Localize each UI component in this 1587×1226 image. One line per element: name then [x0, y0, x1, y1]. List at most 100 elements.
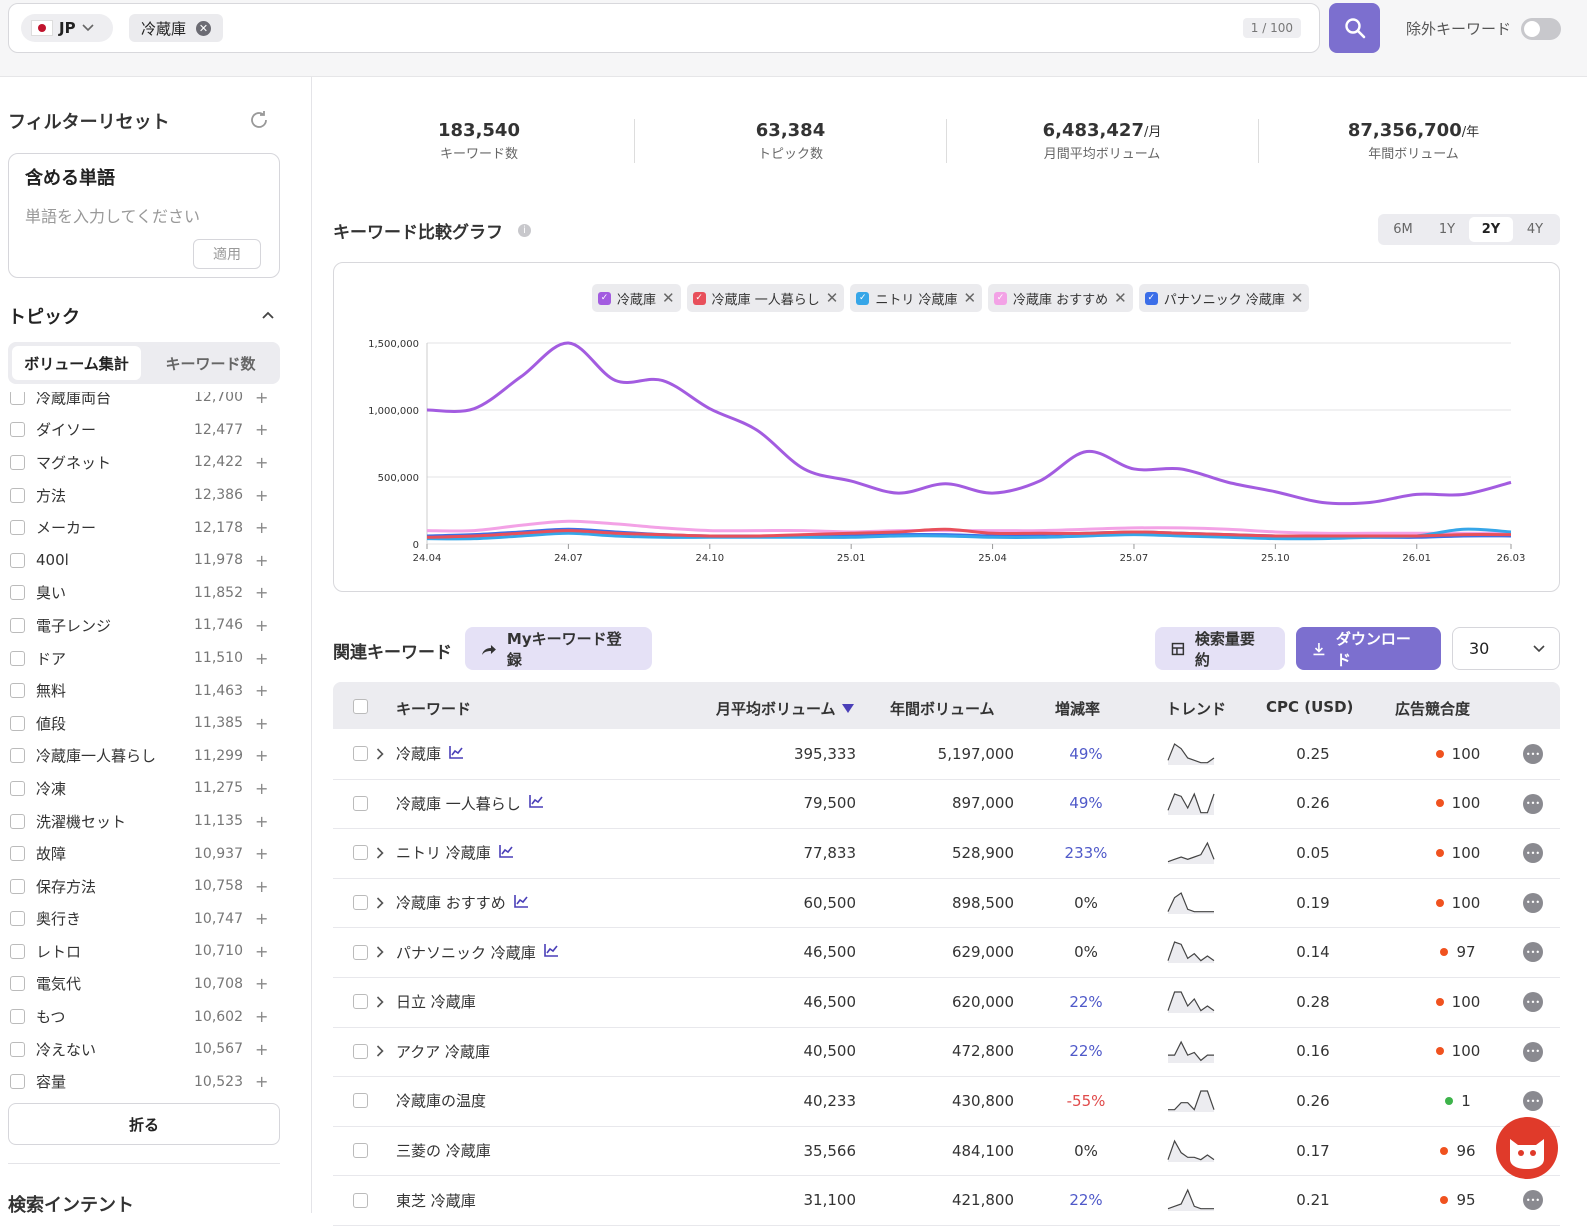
topic-checkbox[interactable]	[10, 585, 25, 601]
header-growth[interactable]: 増減率	[1055, 698, 1100, 719]
topic-checkbox[interactable]	[10, 813, 25, 829]
add-topic-icon[interactable]: +	[255, 649, 268, 668]
table-row[interactable]: 冷蔵庫 395,333 5,197,000 49% 0.25 100 •••	[333, 729, 1560, 780]
row-checkbox[interactable]	[353, 1192, 368, 1208]
more-options-icon[interactable]: •••	[1523, 744, 1543, 764]
add-topic-icon[interactable]: +	[255, 392, 268, 407]
table-row[interactable]: 日立 冷蔵庫 46,500 620,000 22% 0.28 100 •••	[333, 977, 1560, 1028]
more-options-icon[interactable]: •••	[1523, 1091, 1543, 1112]
add-topic-icon[interactable]: +	[255, 909, 268, 928]
remove-series-icon[interactable]: ✕	[1291, 289, 1304, 307]
row-checkbox[interactable]	[353, 1143, 368, 1159]
topic-item[interactable]: ドア 11,510 +	[0, 642, 310, 675]
download-button[interactable]: ダウンロード	[1296, 627, 1441, 670]
chat-mascot-button[interactable]	[1496, 1117, 1558, 1179]
remove-series-icon[interactable]: ✕	[662, 289, 675, 307]
series-line[interactable]	[426, 341, 1512, 506]
header-competition[interactable]: 広告競合度	[1395, 698, 1470, 719]
row-checkbox[interactable]	[353, 795, 368, 811]
add-topic-icon[interactable]: +	[255, 583, 268, 602]
add-topic-icon[interactable]: +	[255, 616, 268, 635]
select-all-checkbox[interactable]	[353, 699, 368, 714]
add-topic-icon[interactable]: +	[255, 714, 268, 733]
topic-checkbox[interactable]	[10, 1009, 25, 1025]
add-topic-icon[interactable]: +	[255, 974, 268, 993]
exclude-keyword-toggle[interactable]	[1521, 18, 1561, 40]
expand-row-icon[interactable]	[376, 729, 384, 779]
topic-item[interactable]: 故障 10,937 +	[0, 837, 310, 870]
table-row[interactable]: 冷蔵庫の温度 40,233 430,800 -55% 0.26 1 •••	[333, 1076, 1560, 1127]
table-row[interactable]: 三菱の 冷蔵庫35,566484,1000%0.1796•••	[333, 1126, 1560, 1177]
keyword-cell[interactable]: 冷蔵庫	[396, 729, 464, 779]
tab-volume[interactable]: ボリューム集計	[12, 346, 141, 380]
topic-checkbox[interactable]	[10, 454, 25, 470]
add-topic-icon[interactable]: +	[255, 681, 268, 700]
add-topic-icon[interactable]: +	[255, 746, 268, 765]
table-row[interactable]: 東芝 冷蔵庫 31,100 421,800 22% 0.21 95 •••	[333, 1175, 1560, 1226]
topic-item[interactable]: 方法 12,386 +	[0, 479, 310, 512]
row-checkbox[interactable]	[353, 746, 368, 762]
more-options-icon[interactable]: •••	[1523, 892, 1543, 913]
topic-checkbox[interactable]	[10, 650, 25, 666]
topic-checkbox[interactable]	[10, 520, 25, 536]
topic-checkbox[interactable]	[10, 878, 25, 894]
remove-series-icon[interactable]: ✕	[963, 289, 976, 307]
keyword-cell[interactable]: ニトリ 冷蔵庫	[396, 828, 513, 878]
keyword-cell[interactable]: 冷蔵庫 おすすめ	[396, 878, 528, 928]
legend-checkbox[interactable]: ✓	[598, 291, 611, 305]
topic-checkbox[interactable]	[10, 1041, 25, 1057]
country-select[interactable]: JP	[21, 14, 113, 42]
period-6m[interactable]: 6M	[1381, 217, 1425, 242]
table-row[interactable]: アクア 冷蔵庫 40,500 472,800 22% 0.16 100 •••	[333, 1027, 1560, 1078]
row-checkbox[interactable]	[353, 944, 368, 960]
keyword-cell[interactable]: 冷蔵庫 一人暮らし	[396, 779, 543, 829]
add-topic-icon[interactable]: +	[255, 1040, 268, 1059]
legend-item[interactable]: ✓ 冷蔵庫 おすすめ ✕	[988, 284, 1133, 312]
row-checkbox[interactable]	[353, 845, 368, 861]
keyword-cell[interactable]: 三菱の 冷蔵庫	[396, 1126, 491, 1176]
reset-icon[interactable]	[247, 108, 271, 132]
chart-icon[interactable]	[498, 844, 513, 862]
topic-item[interactable]: 無料 11,463 +	[0, 674, 310, 707]
keyword-cell[interactable]: 日立 冷蔵庫	[396, 977, 476, 1027]
topic-item[interactable]: メーカー 12,178 +	[0, 511, 310, 544]
chart-icon[interactable]	[449, 745, 464, 763]
topic-item[interactable]: 400l 11,978 +	[0, 544, 310, 577]
remove-chip-icon[interactable]: ✕	[196, 20, 212, 36]
keyword-cell[interactable]: パナソニック 冷蔵庫	[396, 927, 558, 977]
topic-checkbox[interactable]	[10, 911, 25, 927]
header-monthly-volume[interactable]: 月平均ボリューム	[716, 698, 854, 719]
chevron-up-icon[interactable]	[262, 310, 274, 322]
topic-item[interactable]: レトロ 10,710 +	[0, 935, 310, 968]
table-row[interactable]: ニトリ 冷蔵庫 77,833 528,900 233% 0.05 100 •••	[333, 828, 1560, 879]
topic-checkbox[interactable]	[10, 1074, 25, 1090]
header-yearly-volume[interactable]: 年間ボリューム	[890, 698, 995, 719]
add-topic-icon[interactable]: +	[255, 942, 268, 961]
keyword-cell[interactable]: 東芝 冷蔵庫	[396, 1175, 476, 1225]
legend-item[interactable]: ✓ パナソニック 冷蔵庫 ✕	[1138, 284, 1310, 312]
chart-icon[interactable]	[543, 943, 558, 961]
add-topic-icon[interactable]: +	[255, 812, 268, 831]
table-row[interactable]: 冷蔵庫 一人暮らし 79,500 897,000 49% 0.26 100 •••	[333, 779, 1560, 830]
topic-checkbox[interactable]	[10, 976, 25, 992]
topic-item[interactable]: 保存方法 10,758 +	[0, 870, 310, 903]
keyword-cell[interactable]: アクア 冷蔵庫	[396, 1027, 490, 1077]
topic-item[interactable]: 冷えない 10,567 +	[0, 1033, 310, 1066]
topic-item[interactable]: 電気代 10,708 +	[0, 968, 310, 1001]
topic-item[interactable]: もつ 10,602 +	[0, 1000, 310, 1033]
row-checkbox[interactable]	[353, 1043, 368, 1059]
topic-item[interactable]: ダイソー 12,477 +	[0, 414, 310, 447]
topic-item[interactable]: 洗濯機セット 11,135 +	[0, 805, 310, 838]
header-cpc[interactable]: CPC (USD)	[1266, 698, 1353, 716]
more-options-icon[interactable]: •••	[1523, 1041, 1543, 1062]
add-topic-icon[interactable]: +	[255, 551, 268, 570]
add-topic-icon[interactable]: +	[255, 486, 268, 505]
topic-checkbox[interactable]	[10, 748, 25, 764]
topic-checkbox[interactable]	[10, 617, 25, 633]
topic-checkbox[interactable]	[10, 487, 25, 503]
period-1y[interactable]: 1Y	[1425, 217, 1469, 242]
period-4y[interactable]: 4Y	[1513, 217, 1557, 242]
topic-item[interactable]: 値段 11,385 +	[0, 707, 310, 740]
chart-icon[interactable]	[513, 894, 528, 912]
legend-item[interactable]: ✓ ニトリ 冷蔵庫 ✕	[850, 284, 983, 312]
